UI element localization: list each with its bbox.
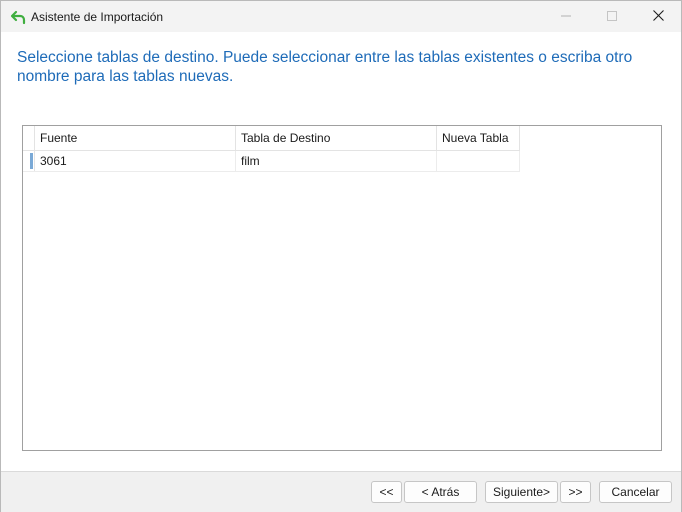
minimize-button[interactable] xyxy=(543,1,589,32)
row-indicator[interactable] xyxy=(23,151,35,171)
next-button[interactable]: Siguiente> xyxy=(485,481,558,503)
undo-arrow-icon xyxy=(10,9,26,25)
cell-target-table[interactable]: film xyxy=(236,151,437,171)
grid-header: Fuente Tabla de Destino Nueva Tabla xyxy=(23,126,520,151)
row-indicator-header xyxy=(23,126,35,150)
instructions-text: Seleccione tablas de destino. Puede sele… xyxy=(17,49,633,85)
window-title: Asistente de Importación xyxy=(31,10,164,24)
last-step-button[interactable]: >> xyxy=(560,481,591,503)
close-icon xyxy=(652,8,664,26)
back-button[interactable]: < Atrás xyxy=(404,481,477,503)
table-row[interactable]: 3061 film xyxy=(23,151,520,172)
cancel-button[interactable]: Cancelar xyxy=(599,481,672,503)
current-row-marker xyxy=(30,153,33,169)
column-header-new-table[interactable]: Nueva Tabla xyxy=(437,126,520,150)
cell-source[interactable]: 3061 xyxy=(35,151,236,171)
wizard-footer: << < Atrás Siguiente> >> Cancelar xyxy=(1,471,681,512)
close-button[interactable] xyxy=(635,1,681,32)
title-bar[interactable]: Asistente de Importación xyxy=(1,1,681,32)
maximize-icon xyxy=(607,8,617,26)
minimize-icon xyxy=(561,8,571,26)
table-mapping-grid[interactable]: Fuente Tabla de Destino Nueva Tabla 3061… xyxy=(22,125,662,451)
column-header-target-table[interactable]: Tabla de Destino xyxy=(236,126,437,150)
first-step-button[interactable]: << xyxy=(371,481,402,503)
column-header-source[interactable]: Fuente xyxy=(35,126,236,150)
cell-new-table-checkbox[interactable] xyxy=(437,151,520,171)
import-wizard-window: Asistente de Importación Seleccione tabl… xyxy=(0,0,682,512)
maximize-button[interactable] xyxy=(589,1,635,32)
